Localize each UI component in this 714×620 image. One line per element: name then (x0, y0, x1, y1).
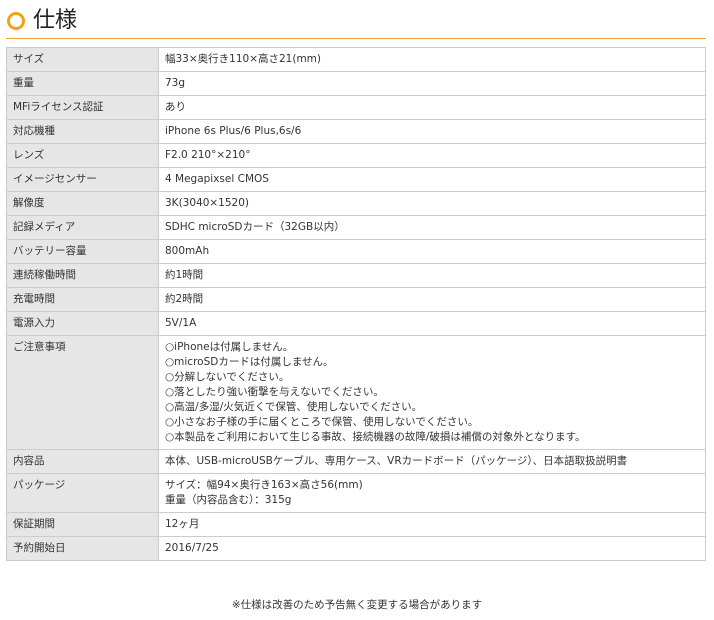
footnote: ※仕様は改善のため予告無く変更する場合があります (231, 599, 483, 611)
spec-row: 記録メディア SDHC microSDカード（32GB以内） (6, 215, 706, 240)
spec-value: SDHC microSDカード（32GB以内） (158, 215, 706, 240)
spec-row: 保証期間 12ヶ月 (6, 512, 706, 537)
spec-row: イメージセンサー 4 Megapixsel CMOS (6, 167, 706, 192)
spec-value-line: ○本製品をご利用において生じる事故、接続機器の故障/破損は補償の対象外となります… (165, 431, 586, 443)
spec-label: ご注意事項 (6, 335, 159, 450)
spec-value-line: 3K(3040×1520) (165, 197, 249, 209)
spec-value-line: 12ヶ月 (165, 518, 200, 530)
spec-value-line: 約1時間 (165, 269, 204, 281)
spec-value-line: 約2時間 (165, 293, 204, 305)
spec-label: MFiライセンス認証 (6, 95, 159, 120)
spec-value-line: 幅33×奥行き110×高さ21(mm) (165, 53, 322, 65)
spec-label: 保証期間 (6, 512, 159, 537)
spec-value: あり (158, 95, 706, 120)
spec-row: 解像度 3K(3040×1520) (6, 191, 706, 216)
spec-value-line: 5V/1A (165, 317, 197, 329)
spec-row: 充電時間 約2時間 (6, 287, 706, 312)
spec-table-body: サイズ 幅33×奥行き110×高さ21(mm) 重量 73g MFiライセンス認証 あり対… (6, 47, 706, 561)
spec-label: 対応機種 (6, 119, 159, 144)
section-title: 仕様 (33, 8, 78, 33)
section-header: 仕様 (6, 4, 706, 39)
spec-value: 幅33×奥行き110×高さ21(mm) (158, 47, 706, 72)
spec-label: サイズ (6, 47, 159, 72)
spec-value-line: サイズ：幅94×奥行き163×高さ56(mm) (165, 479, 363, 491)
spec-value-line: ○落としたり強い衝撃を与えないでください。 (165, 386, 384, 398)
spec-label: レンズ (6, 143, 159, 168)
spec-value-line: ○iPhoneは付属しません。 (165, 341, 294, 353)
spec-row: MFiライセンス認証 あり (6, 95, 706, 120)
circle-bullet-icon (7, 12, 25, 30)
spec-value-line: SDHC microSDカード（32GB以内） (165, 221, 345, 233)
spec-value-line: iPhone 6s Plus/6 Plus,6s/6 (165, 125, 302, 137)
spec-label: パッケージ (6, 473, 159, 513)
spec-label: 連続稼働時間 (6, 263, 159, 288)
spec-value: ○iPhoneは付属しません。 ○microSDカードは付属しません。 ○分解しない… (158, 335, 706, 450)
spec-value: 5V/1A (158, 311, 706, 336)
spec-value: 800mAh (158, 239, 706, 264)
spec-value-line: 重量（内容品含む）：315g (165, 494, 292, 506)
spec-value: 4 Megapixsel CMOS (158, 167, 706, 192)
spec-row: ご注意事項 ○iPhoneは付属しません。 ○microSDカードは付属しません。 ○… (6, 335, 706, 450)
spec-value-line: 800mAh (165, 245, 210, 257)
spec-value-line: 73g (165, 77, 186, 89)
spec-row: バッテリー容量 800mAh (6, 239, 706, 264)
spec-label: イメージセンサー (6, 167, 159, 192)
spec-row: 予約開始日 2016/7/25 (6, 536, 706, 561)
spec-label: 内容品 (6, 449, 159, 474)
spec-value-line: あり (165, 101, 186, 113)
spec-label: バッテリー容量 (6, 239, 159, 264)
spec-value-line: 本体、USB-microUSBケーブル、専用ケース、VRカードボード（パッケージ… (165, 455, 628, 467)
spec-label: 予約開始日 (6, 536, 159, 561)
spec-value: iPhone 6s Plus/6 Plus,6s/6 (158, 119, 706, 144)
spec-value-line: ○高温/多湿/火気近くで保管、使用しないでください。 (165, 401, 423, 413)
spec-value: 73g (158, 71, 706, 96)
spec-value-line: ○小さなお子様の手に届くところで保管、使用しないでください。 (165, 416, 479, 428)
spec-value: サイズ：幅94×奥行き163×高さ56(mm) 重量（内容品含む）：315g (158, 473, 706, 513)
spec-row: 内容品 本体、USB-microUSBケーブル、専用ケース、VRカードボード（パッ… (6, 449, 706, 474)
spec-value-line: 2016/7/25 (165, 542, 219, 554)
spec-value: 3K(3040×1520) (158, 191, 706, 216)
spec-value: 2016/7/25 (158, 536, 706, 561)
spec-label: 充電時間 (6, 287, 159, 312)
spec-row: レンズ F2.0 210°×210° (6, 143, 706, 168)
spec-value: F2.0 210°×210° (158, 143, 706, 168)
spec-label: 記録メディア (6, 215, 159, 240)
spec-label: 電源入力 (6, 311, 159, 336)
spec-row: 対応機種 iPhone 6s Plus/6 Plus,6s/6 (6, 119, 706, 144)
spec-value-line: ○分解しないでください。 (165, 371, 290, 383)
spec-value-line: F2.0 210°×210° (165, 149, 251, 161)
spec-table: サイズ 幅33×奥行き110×高さ21(mm) 重量 73g MFiライセンス認証 あり対… (6, 47, 706, 561)
spec-value: 本体、USB-microUSBケーブル、専用ケース、VRカードボード（パッケージ… (158, 449, 706, 474)
spec-row: パッケージ サイズ：幅94×奥行き163×高さ56(mm) 重量（内容品含む）：31… (6, 473, 706, 513)
spec-row: サイズ 幅33×奥行き110×高さ21(mm) (6, 47, 706, 72)
spec-row: 重量 73g (6, 71, 706, 96)
spec-value: 約1時間 (158, 263, 706, 288)
spec-value: 12ヶ月 (158, 512, 706, 537)
spec-label: 解像度 (6, 191, 159, 216)
spec-value-line: ○microSDカードは付属しません。 (165, 356, 334, 368)
spec-label: 重量 (6, 71, 159, 96)
spec-row: 電源入力 5V/1A (6, 311, 706, 336)
spec-value: 約2時間 (158, 287, 706, 312)
spec-row: 連続稼働時間 約1時間 (6, 263, 706, 288)
spec-value-line: 4 Megapixsel CMOS (165, 173, 269, 185)
